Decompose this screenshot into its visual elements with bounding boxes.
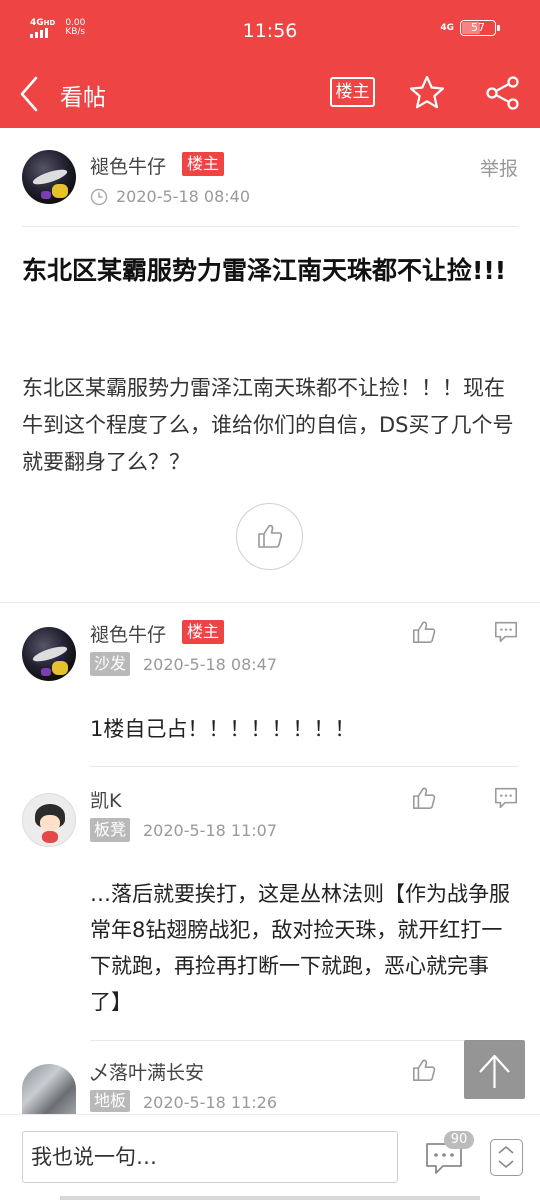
- post-title: 东北区某霸服势力雷泽江南天珠都不让捡!!!: [22, 256, 507, 285]
- comment-count-badge: 90: [444, 1131, 474, 1149]
- owner-only-button[interactable]: 楼主: [330, 77, 375, 107]
- thumbs-up-icon[interactable]: [411, 1057, 437, 1083]
- reply-avatar[interactable]: [22, 627, 76, 681]
- comment-input[interactable]: 我也说一句…: [22, 1131, 398, 1183]
- reply-author[interactable]: 凯K: [90, 786, 121, 813]
- divider: [90, 766, 518, 767]
- back-button[interactable]: [14, 74, 54, 114]
- up-down-icon: [498, 1145, 514, 1169]
- page-nav-button[interactable]: [490, 1139, 523, 1176]
- bottom-bar: 我也说一句… 90: [0, 1114, 540, 1200]
- battery-icon: 57: [460, 20, 500, 36]
- reply-content: 1楼自己占！！！！！！！！: [90, 717, 356, 741]
- reply-author[interactable]: 褪色牛仔: [90, 620, 166, 647]
- post-time: 2020-5-18 08:40: [116, 187, 250, 206]
- home-indicator: [60, 1196, 480, 1200]
- star-icon: [409, 75, 445, 109]
- thumbs-up-icon[interactable]: [411, 785, 437, 811]
- battery-level: 57: [471, 21, 485, 34]
- floor-badge: 地板: [90, 1090, 131, 1112]
- reply-time: 2020-5-18 11:07: [143, 821, 277, 840]
- reply-content: …落后就要挨打，这是丛林法则【作为战争服常年8钻翅膀战犯，敌对捡天珠，就开红打一…: [90, 882, 510, 1014]
- reply-avatar[interactable]: [22, 793, 76, 847]
- title-bar: 看帖 楼主: [0, 62, 540, 128]
- reply-author[interactable]: 乄落叶满长安: [90, 1058, 204, 1085]
- report-link[interactable]: 举报: [480, 154, 518, 181]
- floor-badge: 沙发: [90, 652, 131, 676]
- reply-time: 2020-5-18 11:26: [143, 1093, 277, 1112]
- status-bar: 4GHD 0.00 KB/s 11:56 4G 57: [0, 0, 540, 62]
- back-icon: [20, 76, 38, 112]
- divider: [22, 226, 518, 227]
- clock-icon: [90, 188, 108, 206]
- floor-badge: 板凳: [90, 818, 131, 842]
- author-avatar[interactable]: [22, 150, 76, 204]
- back-to-top-button[interactable]: [464, 1040, 525, 1099]
- arrow-up-icon: [479, 1054, 510, 1088]
- divider: [90, 1040, 518, 1041]
- comment-icon[interactable]: [493, 785, 519, 811]
- share-icon: [486, 76, 519, 110]
- favorite-button[interactable]: [408, 74, 446, 112]
- share-button[interactable]: [484, 74, 522, 112]
- author-name[interactable]: 褪色牛仔: [90, 152, 166, 179]
- comment-icon[interactable]: [493, 619, 519, 645]
- page-title: 看帖: [60, 85, 106, 111]
- post-body: 东北区某霸服势力雷泽江南天珠都不让捡！！！现在牛到这个程度了么，谁给你们的自信，…: [22, 376, 514, 474]
- thumbs-up-icon[interactable]: [411, 619, 437, 645]
- like-button[interactable]: [236, 503, 303, 570]
- reply-time: 2020-5-18 08:47: [143, 655, 277, 674]
- thumbs-up-icon: [258, 524, 283, 548]
- right-network-type: 4G: [440, 23, 454, 33]
- reply-avatar[interactable]: [22, 1064, 76, 1114]
- owner-badge: 楼主: [182, 152, 225, 176]
- section-divider: [0, 602, 540, 603]
- owner-badge: 楼主: [182, 620, 225, 644]
